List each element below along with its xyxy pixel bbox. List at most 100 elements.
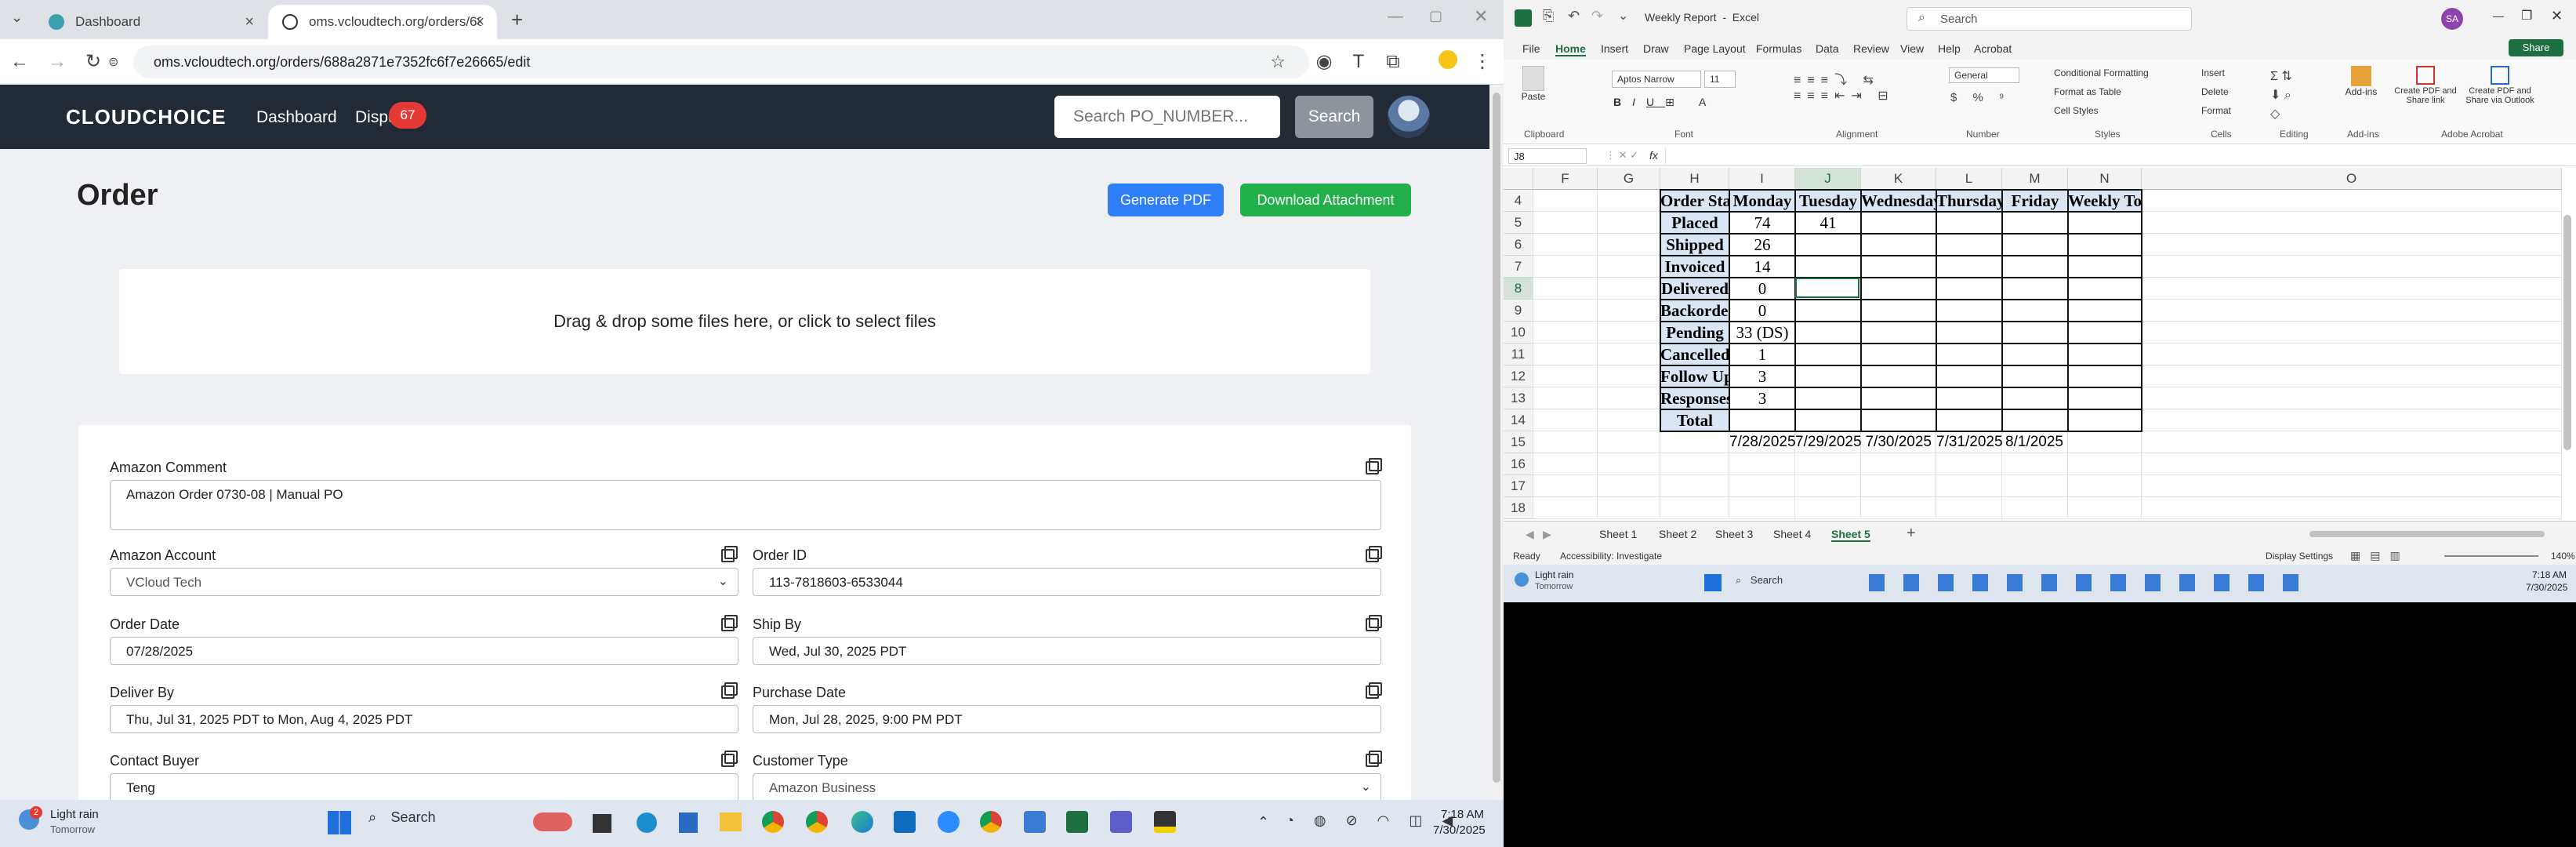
column-header[interactable]: L: [1936, 168, 2002, 190]
column-header[interactable]: F: [1533, 168, 1598, 190]
monday-value-cell[interactable]: 26: [1729, 234, 1795, 256]
date-cell[interactable]: 7/29/2025: [1795, 431, 1861, 453]
copy-icon[interactable]: [1366, 458, 1382, 474]
amazon-comment-textarea[interactable]: Amazon Order 0730-08 | Manual PO: [110, 480, 1381, 530]
table-header-cell[interactable]: Weekly Total: [2068, 190, 2142, 212]
sheet-tab[interactable]: Sheet 4: [1773, 528, 1811, 540]
tuesday-value-cell[interactable]: [1795, 344, 1861, 365]
menu-page-layout[interactable]: Page Layout: [1684, 42, 1746, 55]
column-header[interactable]: N: [2068, 168, 2142, 190]
insert-cells-button[interactable]: Insert: [2201, 67, 2225, 78]
column-header[interactable]: H: [1660, 168, 1729, 190]
tuesday-value-cell[interactable]: [1795, 365, 1861, 387]
back-icon[interactable]: ←: [8, 50, 31, 74]
menu-kebab-icon[interactable]: ⋮: [1471, 50, 1494, 74]
selected-cell[interactable]: [1795, 278, 1859, 298]
minimize-icon[interactable]: —: [1388, 8, 1403, 26]
status-label-cell[interactable]: Delivered: [1660, 278, 1729, 300]
maximize-icon[interactable]: ❐: [2521, 8, 2532, 24]
date-cell[interactable]: 8/1/2025: [2002, 431, 2068, 453]
tuesday-value-cell[interactable]: [1795, 409, 1861, 431]
fx-icon[interactable]: fx: [1649, 149, 1658, 162]
number-format-select[interactable]: General: [1949, 67, 2019, 83]
search-button[interactable]: Search: [1295, 96, 1373, 138]
user-avatar[interactable]: [1388, 96, 1430, 138]
editing-buttons[interactable]: Σ ⇅ ⬇ ⌕ ◇: [2270, 67, 2292, 124]
outlook-icon[interactable]: [894, 811, 916, 833]
alignment-buttons[interactable]: ≡≡≡⤵ ⇆ ≡≡≡⇤⇥ ⊟: [1794, 69, 1895, 104]
file-explorer-icon[interactable]: [720, 812, 742, 831]
windows-start-icon[interactable]: [1704, 574, 1722, 591]
row-header[interactable]: 10: [1504, 322, 1533, 344]
weather-icon[interactable]: [1515, 573, 1529, 587]
sheet-nav-next-icon[interactable]: ▶: [1543, 528, 1551, 541]
menu-formulas[interactable]: Formulas: [1756, 42, 1801, 55]
row-header[interactable]: 12: [1504, 365, 1533, 387]
site-info-icon[interactable]: ⊜: [108, 54, 118, 70]
extension-icon[interactable]: ◉: [1312, 50, 1336, 74]
monday-value-cell[interactable]: 33 (DS): [1729, 322, 1795, 344]
table-header-cell[interactable]: Thursday: [1936, 190, 2002, 212]
row-header[interactable]: 11: [1504, 344, 1533, 365]
font-format-buttons[interactable]: BIU⊞ A: [1613, 96, 1717, 109]
clock-date[interactable]: 7/30/2025: [2526, 582, 2567, 593]
add-sheet-icon[interactable]: +: [1907, 525, 1916, 543]
clock-date[interactable]: 7/30/2025: [1433, 823, 1486, 837]
create-pdf-share-link-button[interactable]: Create PDF and Share link: [2391, 66, 2460, 105]
teams-icon[interactable]: [1110, 811, 1132, 833]
scrollbar-thumb[interactable]: [1493, 93, 1500, 783]
clock-time[interactable]: 7:18 AM: [2532, 569, 2567, 580]
column-header[interactable]: M: [2002, 168, 2068, 190]
menu-draw[interactable]: Draw: [1643, 42, 1669, 55]
taskbar-search[interactable]: ⌕ Search: [1736, 574, 1783, 587]
copy-icon[interactable]: [1366, 615, 1382, 631]
tuesday-value-cell[interactable]: [1795, 300, 1861, 322]
accessibility-status[interactable]: Accessibility: Investigate: [1560, 551, 1662, 562]
ship-by-field[interactable]: Wed, Jul 30, 2025 PDT: [753, 637, 1381, 665]
table-header-cell[interactable]: Wednesday: [1861, 190, 1936, 212]
column-header[interactable]: O: [2142, 168, 2562, 190]
url-field[interactable]: ⊜ oms.vcloudtech.org/orders/688a2871e735…: [108, 45, 1309, 78]
profile-icon[interactable]: [1436, 50, 1460, 74]
menu-help[interactable]: Help: [1938, 42, 1961, 55]
status-label-cell[interactable]: Backordered: [1660, 300, 1729, 322]
tab-list-icon[interactable]: ⌄: [11, 9, 23, 26]
row-header[interactable]: 14: [1504, 409, 1533, 431]
create-pdf-outlook-button[interactable]: Create PDF and Share via Outlook: [2462, 66, 2538, 105]
deliver-by-field[interactable]: Thu, Jul 31, 2025 PDT to Mon, Aug 4, 202…: [110, 705, 738, 733]
row-header[interactable]: 5: [1504, 212, 1533, 234]
order-date-field[interactable]: 07/28/2025: [110, 637, 738, 665]
taskbar-app-icons[interactable]: [1869, 574, 2308, 591]
date-cell[interactable]: 7/28/2025: [1729, 431, 1795, 453]
row-header[interactable]: 16: [1504, 453, 1533, 475]
paste-button[interactable]: Paste: [1518, 66, 1549, 110]
status-label-cell[interactable]: Responses: [1660, 387, 1729, 409]
chrome-icon[interactable]: [762, 811, 784, 833]
status-label-cell[interactable]: Cancelled: [1660, 344, 1729, 365]
calculator-icon[interactable]: [679, 812, 698, 833]
horizontal-scrollbar[interactable]: [2309, 531, 2545, 537]
monday-value-cell[interactable]: 3: [1729, 387, 1795, 409]
app-icon-1[interactable]: [533, 812, 572, 831]
excel-icon[interactable]: [1066, 811, 1088, 833]
column-header[interactable]: I: [1729, 168, 1795, 190]
copy-icon[interactable]: [1366, 682, 1382, 699]
format-cells-button[interactable]: Format: [2201, 105, 2231, 116]
contact-buyer-field[interactable]: Teng: [110, 773, 738, 800]
table-header-cell[interactable]: Tuesday: [1795, 190, 1861, 212]
close-window-icon[interactable]: ✕: [2551, 8, 2563, 24]
reload-icon[interactable]: ↻: [82, 50, 105, 74]
table-header-cell[interactable]: Order Status: [1660, 190, 1729, 212]
format-as-table-button[interactable]: Format as Table: [2054, 86, 2121, 97]
monday-value-cell[interactable]: 1: [1729, 344, 1795, 365]
row-header[interactable]: 18: [1504, 497, 1533, 519]
column-header[interactable]: J: [1795, 168, 1861, 190]
addins-button[interactable]: Add-ins: [2344, 66, 2378, 97]
zoom-level[interactable]: 140%: [2551, 551, 2575, 562]
row-header[interactable]: 8: [1504, 278, 1533, 300]
excel-search-input[interactable]: ⌕ Search: [1907, 7, 2192, 31]
forward-icon[interactable]: →: [45, 50, 69, 74]
status-label-cell[interactable]: Shipped: [1660, 234, 1729, 256]
puzzle-icon[interactable]: ⧉: [1381, 50, 1405, 74]
sheet-tab[interactable]: Sheet 3: [1715, 528, 1753, 540]
